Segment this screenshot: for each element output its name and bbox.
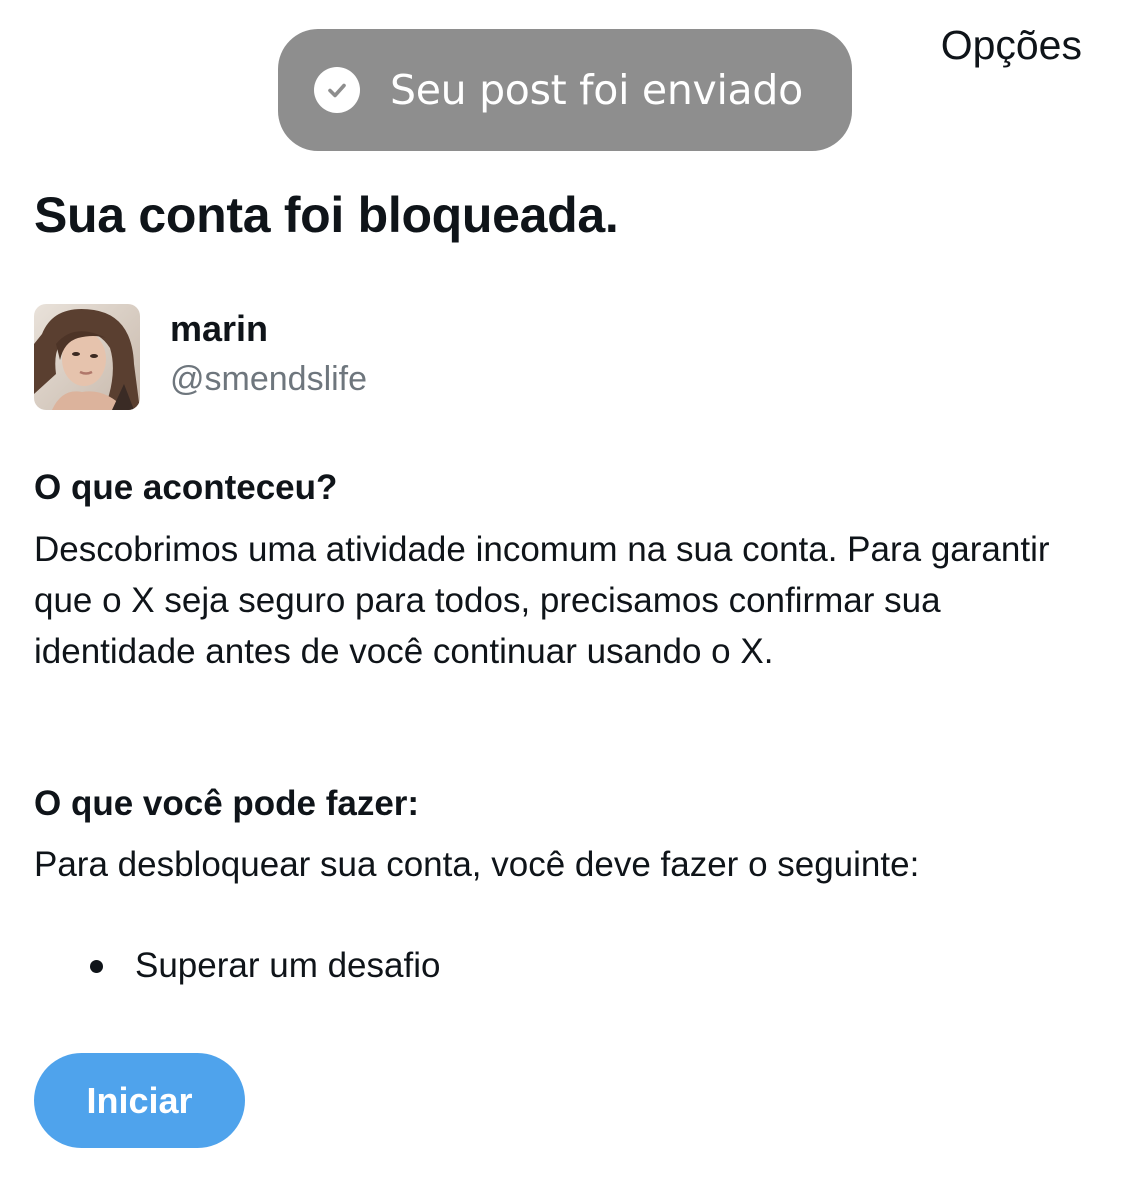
avatar xyxy=(34,304,140,410)
account-profile: marin @smendslife xyxy=(34,304,367,410)
list-item: Superar um desafio xyxy=(90,946,440,986)
bullet-icon xyxy=(90,959,103,973)
what-to-do-text: Para desbloquear sua conta, você deve fa… xyxy=(34,845,920,884)
account-locked-page: Opções Seu post foi enviado Sua conta fo… xyxy=(0,0,1130,1200)
step-label: Superar um desafio xyxy=(135,946,441,985)
what-happened-text: Descobrimos uma atividade incomum na sua… xyxy=(34,530,1050,671)
start-button[interactable]: Iniciar xyxy=(34,1053,245,1148)
post-sent-toast: Seu post foi enviado xyxy=(278,29,852,151)
what-happened-heading: O que aconteceu? xyxy=(34,468,338,507)
what-to-do-heading: O que você pode fazer: xyxy=(34,784,420,823)
options-link[interactable]: Opções xyxy=(941,22,1082,69)
check-circle-icon xyxy=(314,67,360,113)
page-title: Sua conta foi bloqueada. xyxy=(34,187,619,243)
display-name: marin xyxy=(170,308,269,349)
steps-list: Superar um desafio xyxy=(90,946,440,986)
username-handle: @smendslife xyxy=(170,360,368,398)
toast-message: Seu post foi enviado xyxy=(390,66,803,114)
